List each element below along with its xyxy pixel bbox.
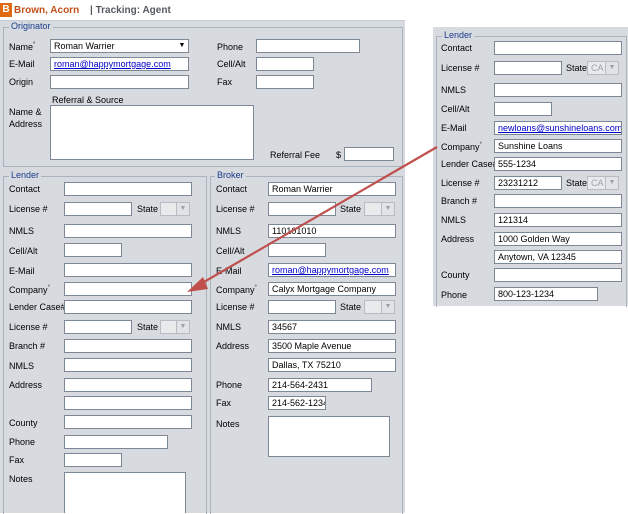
annotation-arrow [187,146,438,292]
annotation-arrow-line [196,146,438,287]
annotation-arrowhead [187,277,208,292]
